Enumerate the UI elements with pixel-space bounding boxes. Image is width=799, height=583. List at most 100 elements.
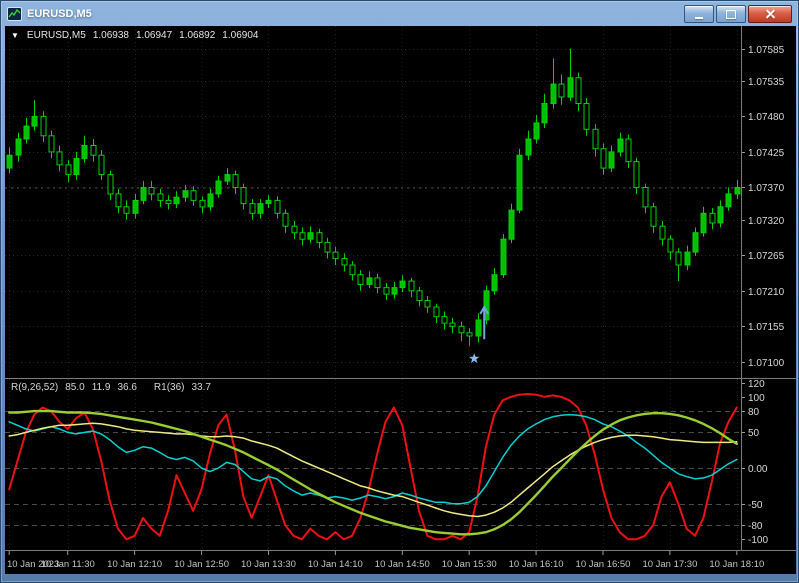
- indicator-axis-label: -50: [748, 500, 763, 511]
- price-axis-label: 1.07425: [748, 148, 785, 159]
- candle: [199, 199, 206, 208]
- price-axis-label: 1.07100: [748, 358, 785, 369]
- time-axis-label: 10 Jan 16:10: [509, 559, 564, 570]
- candle: [224, 174, 231, 182]
- candle: [667, 238, 674, 253]
- candle: [316, 232, 323, 243]
- close-button[interactable]: [748, 5, 792, 23]
- candle: [408, 280, 415, 292]
- candle: [182, 190, 189, 198]
- candle: [441, 316, 448, 324]
- price-axis-label: 1.07155: [748, 322, 785, 333]
- candle: [15, 138, 22, 156]
- candle: [717, 206, 724, 224]
- indicator-value-2: 11.9: [91, 382, 111, 393]
- candle: [734, 187, 741, 195]
- candle: [349, 264, 356, 276]
- candle: [6, 154, 13, 169]
- candle: [90, 145, 97, 156]
- candle: [157, 193, 164, 201]
- candle: [366, 277, 373, 285]
- candle: [525, 138, 532, 156]
- candle: [491, 274, 498, 292]
- indicator2-value: 33.7: [191, 382, 211, 393]
- candle: [675, 251, 682, 266]
- candle: [148, 187, 155, 195]
- candle: [642, 187, 649, 208]
- indicator-value-3: 36.6: [117, 382, 137, 393]
- candle: [357, 274, 364, 285]
- ohlc-close: 1.06904: [222, 30, 259, 41]
- candle: [449, 322, 456, 327]
- candle: [274, 199, 281, 214]
- candle: [383, 287, 390, 295]
- chart-canvas[interactable]: 1.07585 1.07535 1.07480 1.07425 1.07370 1.073…: [5, 26, 796, 574]
- time-axis-label: 10 Jan 16:50: [576, 559, 631, 570]
- candle: [232, 174, 239, 189]
- candle: [165, 199, 172, 205]
- candle: [240, 187, 247, 205]
- close-icon: [765, 9, 776, 20]
- mt4-chart-window: EURUSD,M5 1.07585 1.07535 1.07480 1.07425 1.…: [0, 0, 799, 583]
- ohlc-low: 1.06892: [179, 30, 216, 41]
- indicator2-name: R1(36): [153, 382, 185, 393]
- candle: [516, 154, 523, 211]
- candle: [190, 190, 197, 201]
- time-axis-label: 10 Jan 12:50: [174, 559, 229, 570]
- candle: [575, 77, 582, 104]
- time-axis-label: 10 Jan 14:10: [308, 559, 363, 570]
- symbol-label: EURUSD,M5: [26, 30, 86, 41]
- candle: [541, 103, 548, 124]
- candle: [56, 151, 63, 166]
- chevron-down-icon[interactable]: ▼: [11, 31, 19, 40]
- minimize-icon: [695, 16, 703, 19]
- candle: [257, 203, 264, 214]
- candle: [608, 151, 615, 169]
- candle: [249, 203, 256, 214]
- chart-area[interactable]: 1.07585 1.07535 1.07480 1.07425 1.07370 1.073…: [5, 26, 796, 574]
- minimize-button[interactable]: [684, 5, 714, 23]
- candle: [307, 232, 314, 240]
- candle: [433, 306, 440, 318]
- indicator-header: R(9,26,52) 85.0 11.9 36.6 R1(36) 33.7: [11, 382, 211, 393]
- window-titlebar[interactable]: EURUSD,M5: [5, 3, 794, 25]
- candle: [48, 135, 55, 153]
- candle: [332, 251, 339, 260]
- candle: [416, 290, 423, 301]
- candle: [324, 241, 331, 253]
- price-axis-label: 1.07265: [748, 251, 785, 262]
- candle: [107, 174, 114, 195]
- price-axis-label: 1.07585: [748, 45, 785, 56]
- time-axis-label: 10 Jan 15:30: [442, 559, 497, 570]
- time-axis-label: 10 Jan 18:10: [709, 559, 764, 570]
- candle: [374, 277, 381, 289]
- chart-ohlc-header: ▼ EURUSD,M5 1.06938 1.06947 1.06892 1.06…: [11, 30, 258, 41]
- candle: [31, 115, 38, 127]
- candle: [583, 103, 590, 130]
- candle: [291, 225, 298, 234]
- restore-icon: [726, 9, 736, 19]
- candle: [558, 83, 565, 98]
- candle: [625, 138, 632, 163]
- ohlc-open: 1.06938: [92, 30, 129, 41]
- candle: [592, 128, 599, 150]
- candle: [466, 332, 473, 337]
- chart-icon[interactable]: [7, 7, 22, 21]
- indicator-axis-label: 100: [748, 393, 765, 404]
- restore-button[interactable]: [716, 5, 746, 23]
- candle: [265, 199, 272, 205]
- candle: [650, 206, 657, 227]
- candle: [475, 319, 482, 337]
- candle: [173, 196, 180, 205]
- price-axis-label: 1.07320: [748, 216, 785, 227]
- time-axis-label: 10 Jan 14:50: [375, 559, 430, 570]
- candle: [550, 83, 557, 104]
- candle: [81, 145, 88, 159]
- candle: [140, 187, 147, 201]
- candle: [65, 164, 72, 176]
- price-axis-label: 1.07535: [748, 77, 785, 88]
- candle: [684, 251, 691, 266]
- window-title: EURUSD,M5: [27, 8, 92, 20]
- candle: [725, 193, 732, 208]
- indicator-axis-label: -100: [748, 535, 768, 546]
